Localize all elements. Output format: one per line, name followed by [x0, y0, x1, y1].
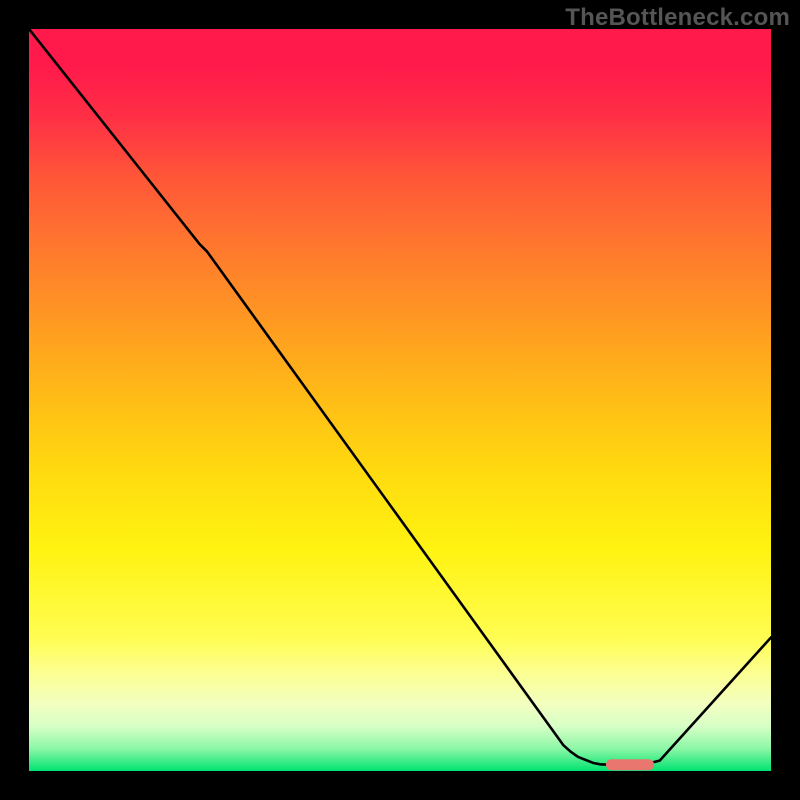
plot-area: [29, 29, 771, 771]
chart-frame: TheBottleneck.com: [0, 0, 800, 800]
background-gradient: [29, 29, 771, 771]
chart-svg: [29, 29, 771, 771]
watermark-text: TheBottleneck.com: [565, 4, 790, 32]
